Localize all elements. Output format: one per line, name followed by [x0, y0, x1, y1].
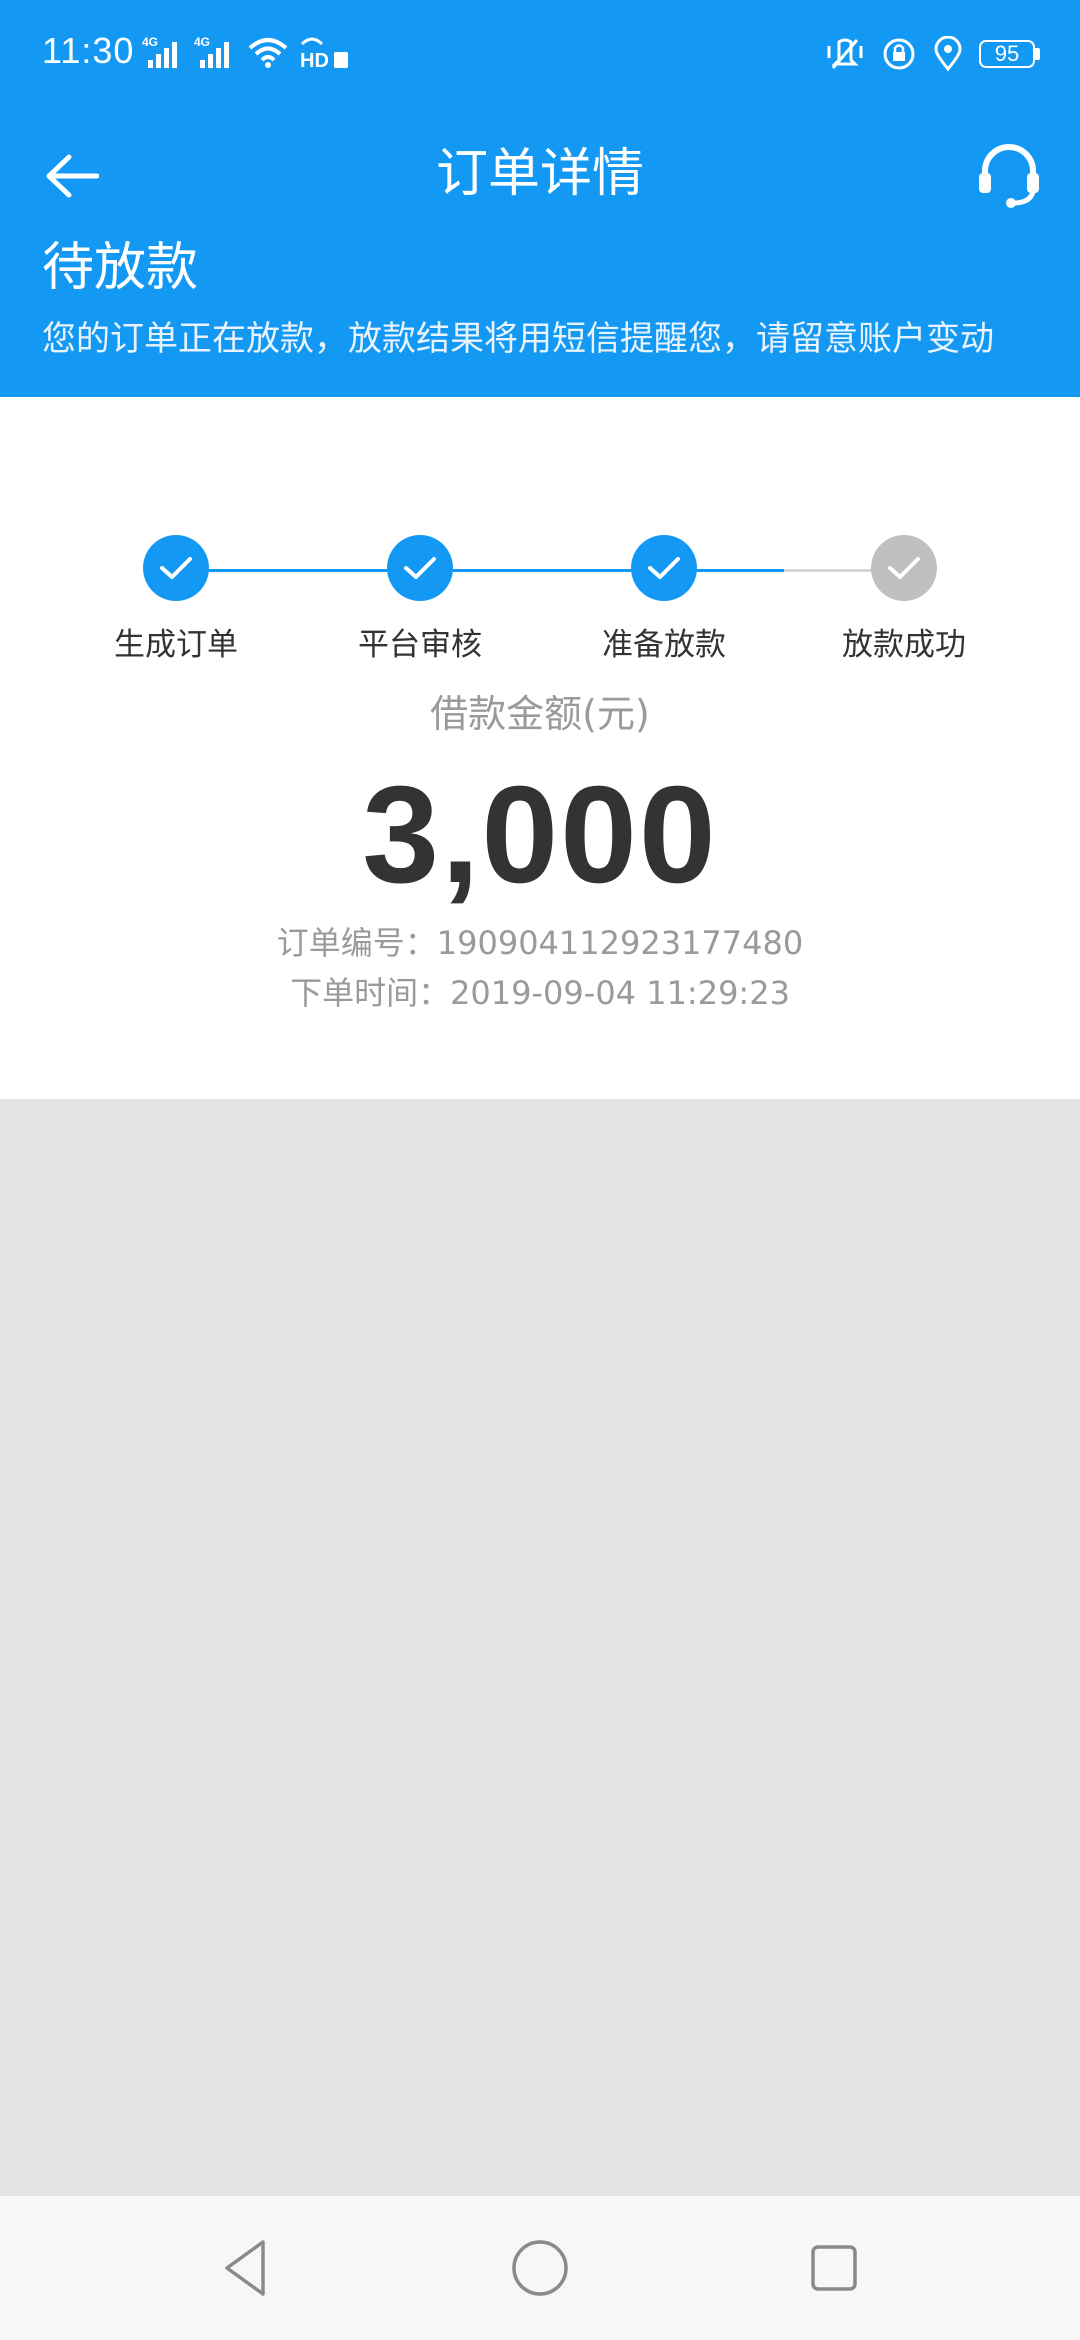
battery-indicator: 95: [979, 40, 1035, 68]
wifi-icon: [248, 38, 288, 68]
location-icon: [934, 36, 962, 72]
check-icon: [888, 557, 920, 579]
battery-level: 95: [994, 41, 1020, 66]
cellular-signal-2-icon: 4G: [194, 35, 229, 68]
step-4: 放款成功: [804, 535, 1004, 665]
progress-steps: 生成订单 平台审核 准备放款 放款成功: [0, 465, 1080, 663]
order-number: 订单编号：190904112923177480: [276, 924, 804, 962]
headset-icon: [979, 144, 1039, 208]
circle-home-icon: [512, 2240, 568, 2296]
hd-label: HD: [300, 50, 329, 70]
nav-recent-apps-button[interactable]: [798, 2232, 870, 2304]
hd-call-icon: HD: [300, 37, 348, 70]
status-bar: 11:30 4G 4G HD 95: [0, 0, 1080, 110]
signal-1-label: 4G: [142, 35, 158, 49]
nav-home-button[interactable]: [504, 2232, 576, 2304]
signal-2-label: 4G: [194, 35, 210, 49]
system-navigation-bar: [0, 2196, 1080, 2340]
step-2-label: 平台审核: [358, 627, 482, 663]
page-title: 订单详情: [435, 144, 644, 204]
customer-service-button[interactable]: [964, 130, 1054, 220]
check-icon: [648, 557, 680, 579]
step-2-dot: [387, 535, 453, 601]
order-status-description: 您的订单正在放款，放款结果将用短信提醒您，请留意账户变动: [42, 319, 994, 359]
step-4-dot: [871, 535, 937, 601]
loan-amount-value: 3,000: [362, 758, 718, 912]
status-time: 11:30: [42, 30, 135, 71]
vibrate-icon: [827, 38, 863, 69]
step-4-label: 放款成功: [842, 627, 966, 663]
triangle-back-icon: [225, 2240, 265, 2296]
square-recent-icon: [811, 2245, 857, 2291]
order-card: 生成订单 平台审核 准备放款 放款成功 借款金额(元) 3,000 订单编号：1…: [0, 397, 1080, 1099]
battery-cap: [1035, 48, 1040, 60]
step-2: 平台审核: [320, 535, 520, 665]
step-1: 生成订单: [76, 535, 276, 665]
cellular-signal-icon: 4G: [142, 35, 177, 68]
rotation-lock-icon: [883, 38, 915, 70]
order-status: 待放款: [42, 238, 199, 298]
loan-amount-label: 借款金额(元): [430, 692, 650, 736]
status-left-icons: 4G 4G HD: [142, 34, 350, 70]
step-3-dot: [631, 535, 697, 601]
order-time: 下单时间：2019-09-04 11:29:23: [290, 974, 790, 1012]
step-3-label: 准备放款: [602, 627, 726, 663]
status-right-icons: 95: [825, 34, 1040, 74]
step-1-dot: [143, 535, 209, 601]
step-1-label: 生成订单: [114, 627, 238, 663]
step-3: 准备放款: [564, 535, 764, 665]
check-icon: [160, 557, 192, 579]
nav-back-button[interactable]: [210, 2232, 282, 2304]
check-icon: [404, 557, 436, 579]
app-bar: 订单详情: [0, 110, 1080, 240]
